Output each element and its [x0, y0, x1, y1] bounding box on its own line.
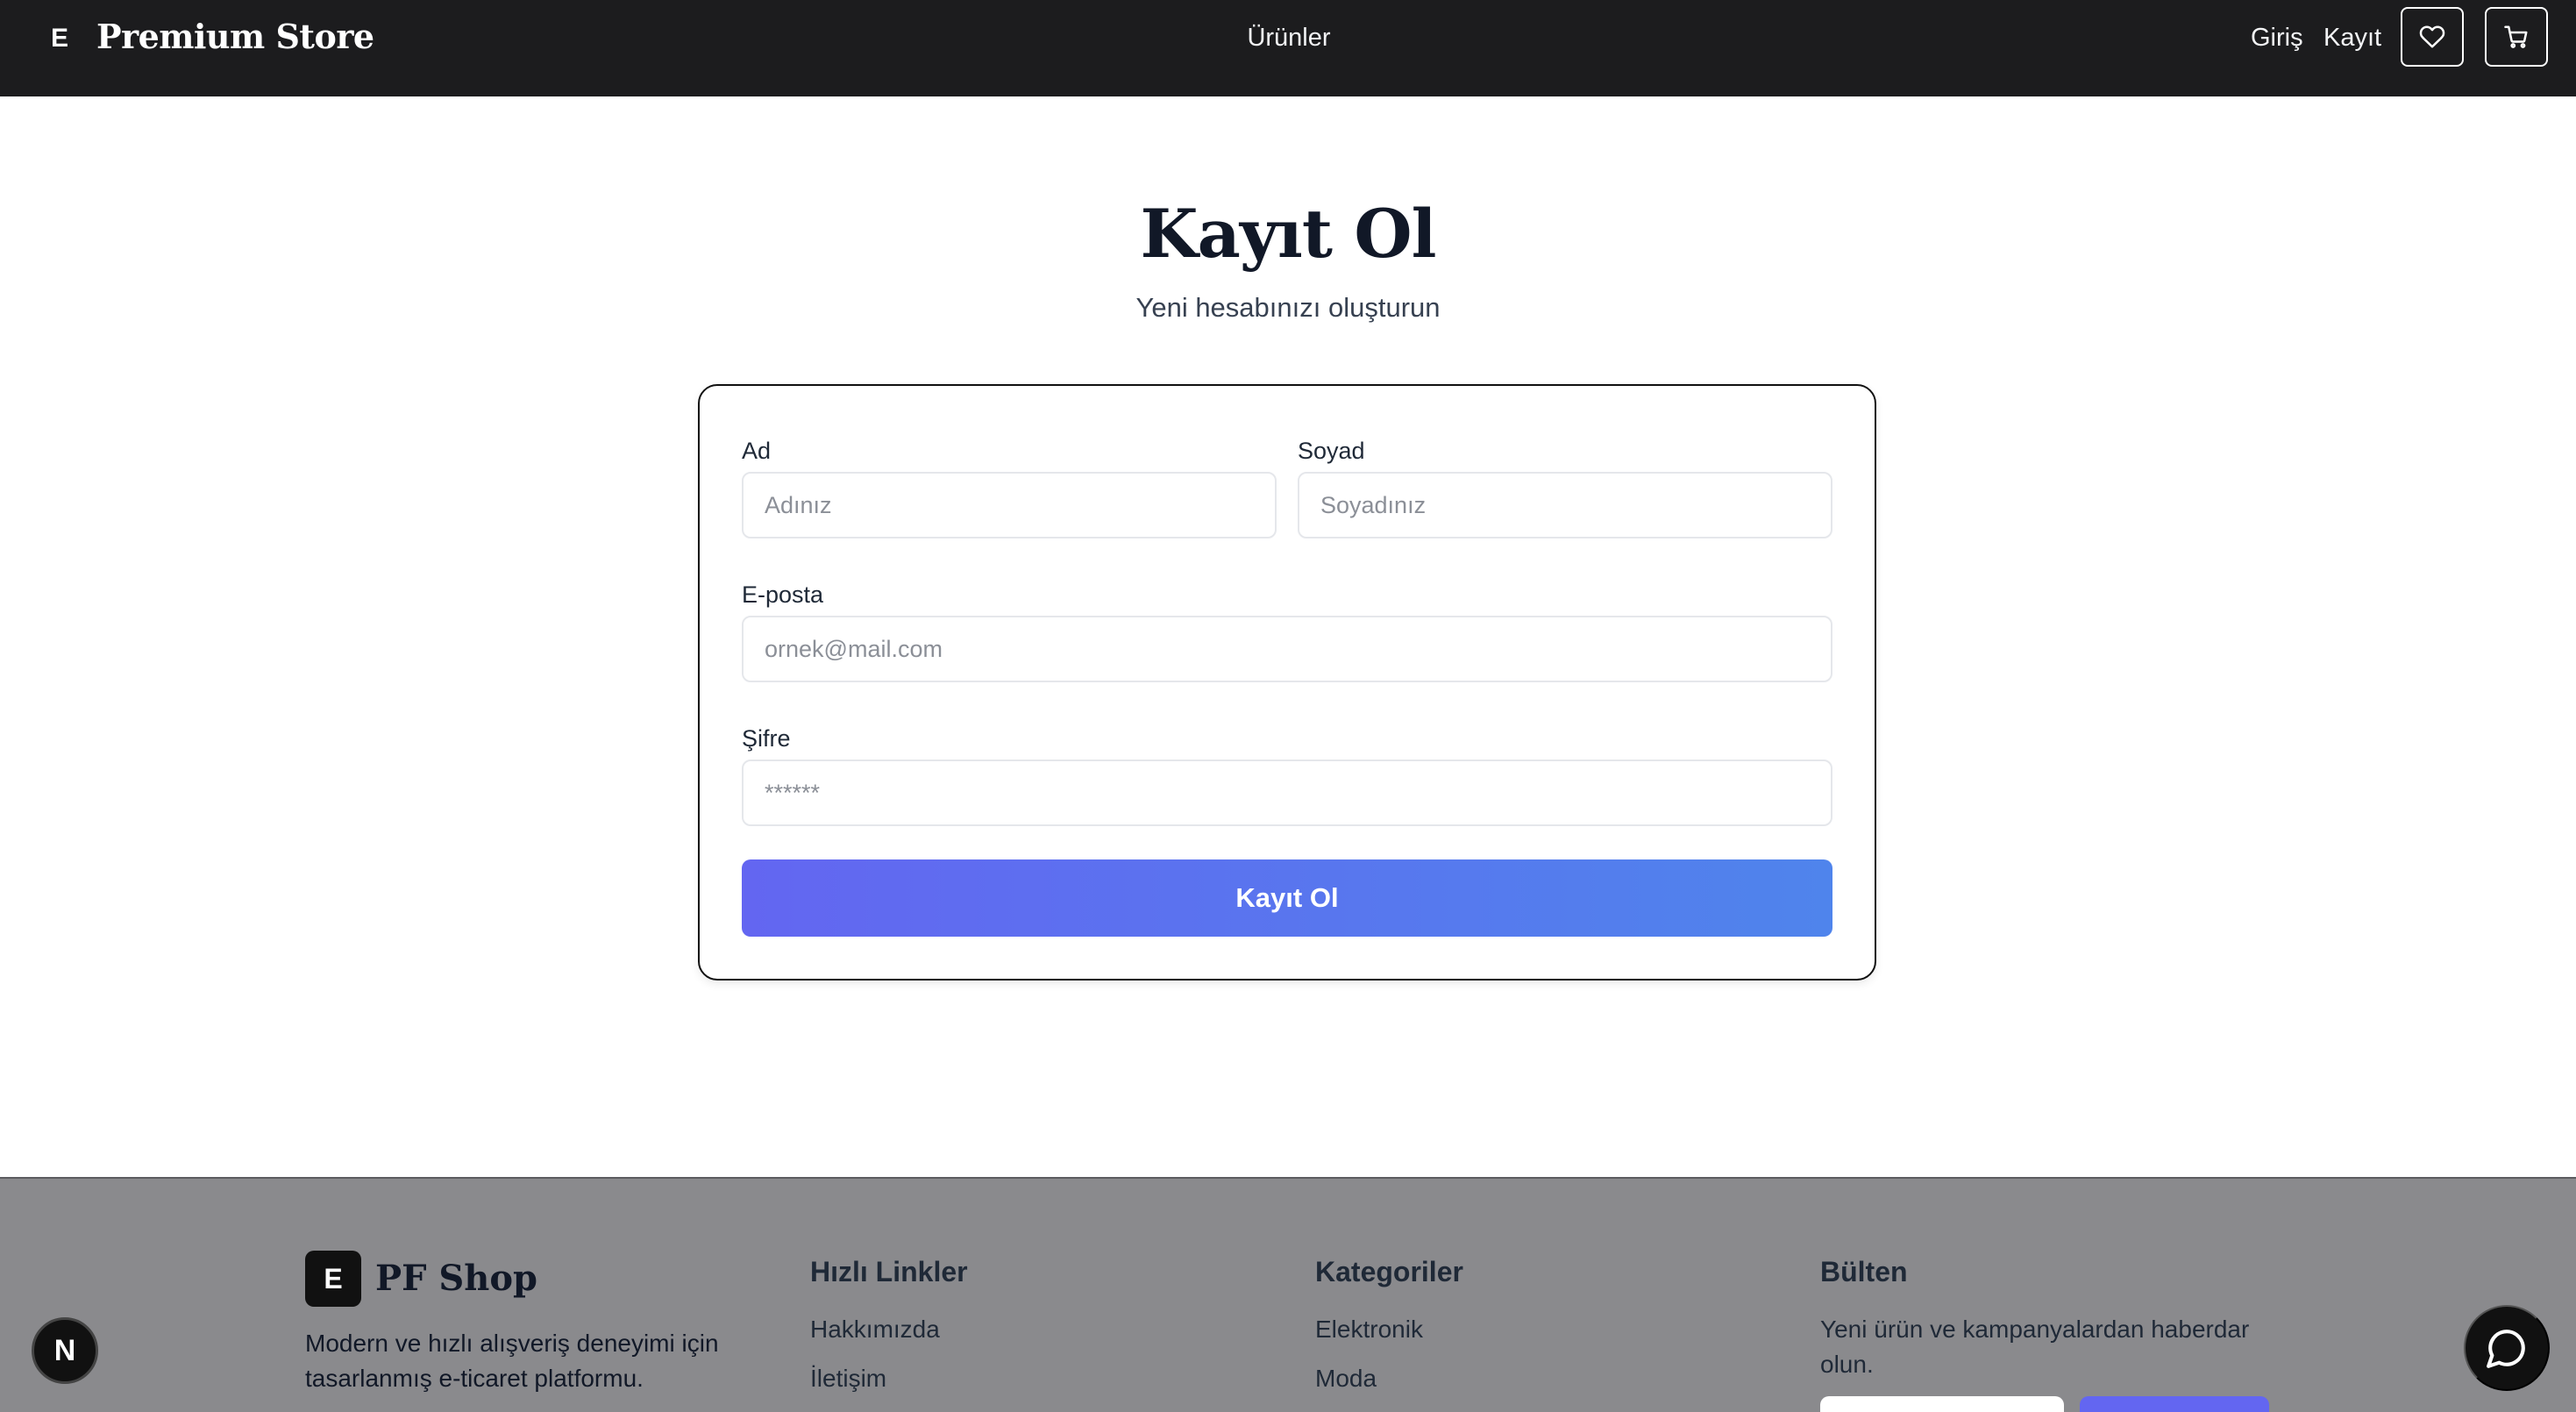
footer-link-contact[interactable]: İletişim: [810, 1361, 886, 1396]
dev-tools-badge[interactable]: N: [32, 1317, 98, 1384]
categories-heading: Kategoriler: [1315, 1256, 1463, 1287]
email-label: E-posta: [742, 581, 824, 608]
password-label: Şifre: [742, 725, 791, 752]
newsletter-heading: Bülten: [1820, 1256, 1908, 1287]
quick-links-heading: Hızlı Linkler: [810, 1256, 968, 1287]
cart-icon: [2504, 25, 2528, 48]
footer-link-about[interactable]: Hakkımızda: [810, 1312, 940, 1347]
brand-logo-mark[interactable]: E: [44, 23, 75, 54]
newsletter-email-input[interactable]: [1820, 1396, 2064, 1412]
register-form-card: Ad Soyad E-posta Şifre Kayıt Ol: [698, 384, 1876, 981]
top-navbar: E Premium Store Ürünler Giriş Kayıt: [0, 0, 2576, 96]
footer-brand-name: PF Shop: [375, 1258, 538, 1299]
brand-name[interactable]: Premium Store: [96, 14, 374, 60]
password-input[interactable]: [742, 759, 1832, 826]
page-subtitle: Yeni hesabınızı oluşturun: [1135, 292, 1441, 323]
nav-products-link-wrap: Ürünler: [1245, 19, 1333, 56]
footer-description: Modern ve hızlı alışveriş deneyimi için …: [305, 1330, 719, 1392]
cart-button[interactable]: [2485, 7, 2548, 67]
site-footer: E PF Shop Modern ve hızlı alışveriş dene…: [0, 1177, 2576, 1412]
newsletter-description: Yeni ürün ve kampanyalardan haberdar olu…: [1820, 1316, 2250, 1378]
chat-button[interactable]: [2464, 1305, 2550, 1391]
last-name-input[interactable]: [1298, 472, 1832, 538]
footer-category-electronics[interactable]: Elektronik: [1315, 1312, 1423, 1347]
newsletter-subscribe-button[interactable]: [2080, 1396, 2269, 1412]
footer-category-fashion[interactable]: Moda: [1315, 1361, 1377, 1396]
nav-products-link[interactable]: Ürünler: [1247, 24, 1330, 52]
register-submit-button[interactable]: Kayıt Ol: [742, 859, 1832, 937]
page-title: Kayıt Ol: [1140, 195, 1437, 273]
last-name-label: Soyad: [1298, 438, 1365, 464]
footer-logo-mark: E: [305, 1251, 361, 1307]
chat-bubble-icon: [2487, 1330, 2525, 1368]
email-input[interactable]: [742, 616, 1832, 682]
nav-login-link[interactable]: Giriş: [2251, 19, 2303, 56]
first-name-label: Ad: [742, 438, 772, 464]
wishlist-button[interactable]: [2401, 7, 2464, 67]
heart-icon: [2419, 25, 2445, 48]
nav-register-link[interactable]: Kayıt: [2323, 19, 2381, 56]
first-name-input[interactable]: [742, 472, 1277, 538]
